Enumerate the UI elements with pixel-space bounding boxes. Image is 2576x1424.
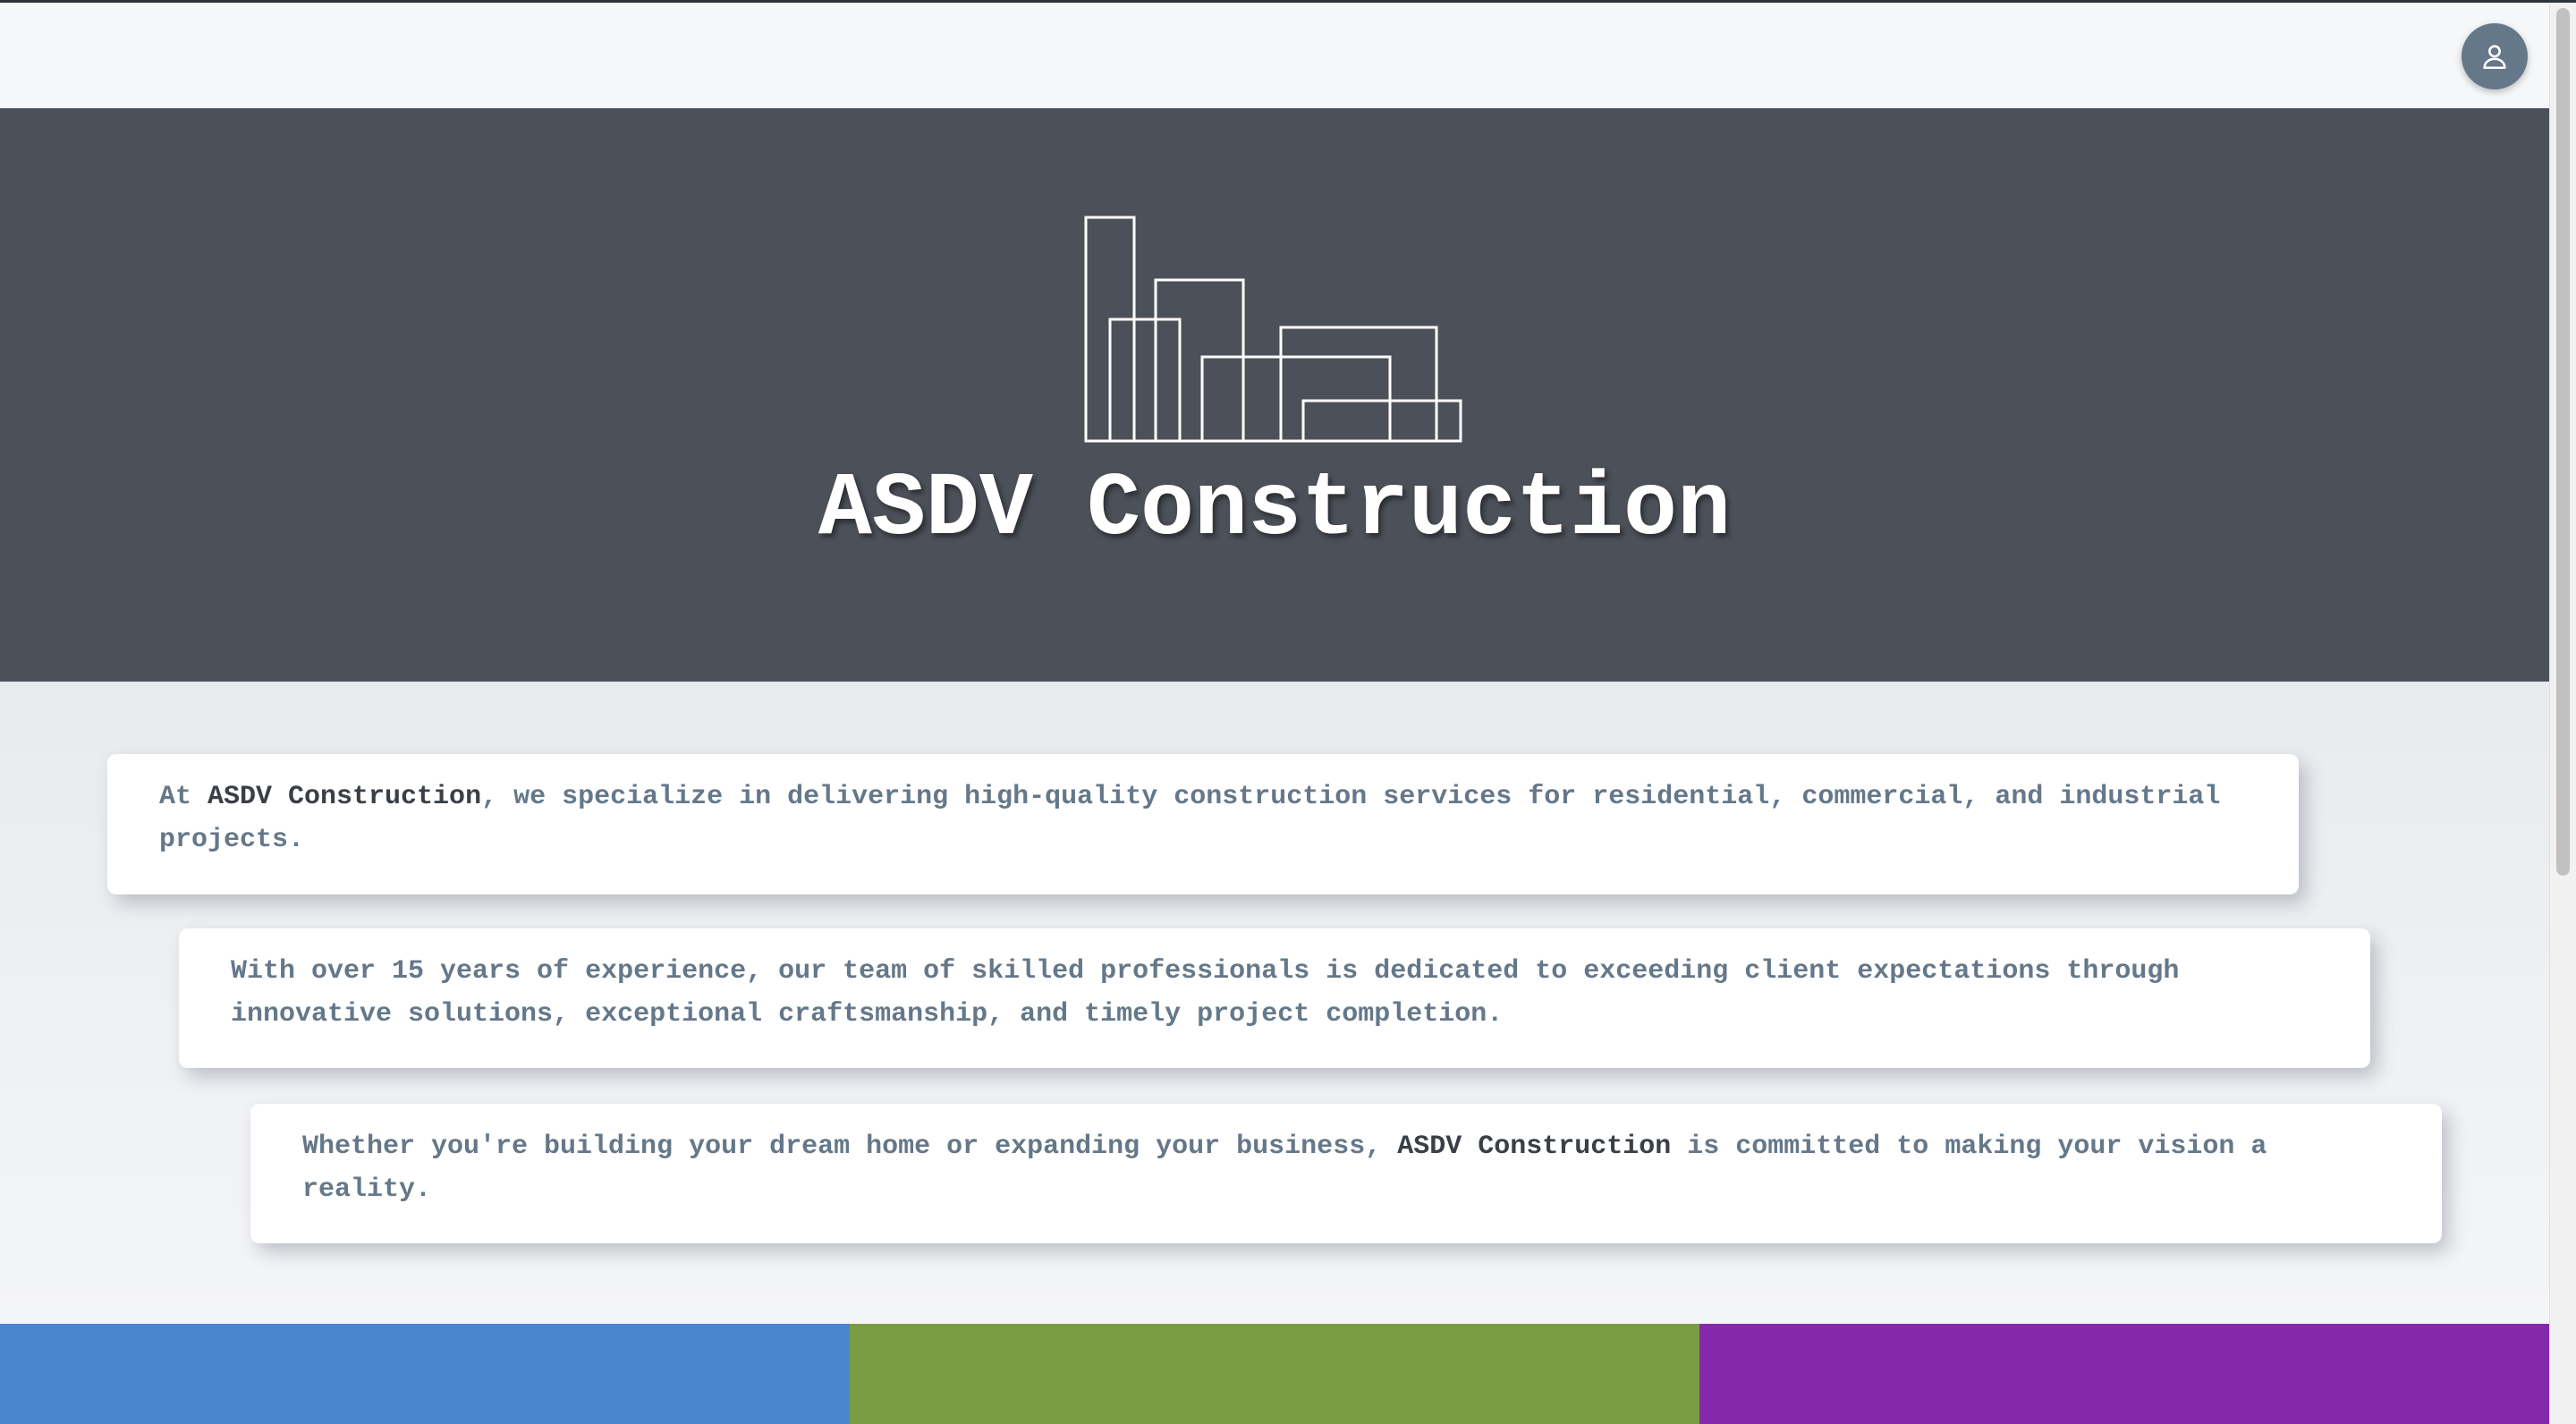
hero-banner: ASDV Construction <box>0 108 2549 682</box>
top-navbar <box>0 3 2549 108</box>
card-text-pre: At <box>159 782 208 812</box>
page-title: ASDV Construction <box>818 460 1732 561</box>
user-account-button[interactable] <box>2462 23 2528 89</box>
intro-card: At ASDV Construction, we specialize in d… <box>107 754 2299 894</box>
experience-card: With over 15 years of experience, our te… <box>179 928 2370 1068</box>
color-block-strip <box>0 1324 2549 1424</box>
color-block-purple[interactable] <box>1699 1324 2549 1424</box>
color-block-blue[interactable] <box>0 1324 850 1424</box>
vertical-scrollbar[interactable] <box>2549 3 2576 1424</box>
card-text: With over 15 years of experience, our te… <box>231 956 2180 1030</box>
brand-name: ASDV Construction <box>1397 1132 1672 1162</box>
commitment-card: Whether you're building your dream home … <box>250 1104 2442 1243</box>
buildings-outline-icon <box>1084 216 1462 443</box>
card-text-pre: Whether you're building your dream home … <box>302 1132 1398 1162</box>
color-block-green[interactable] <box>850 1324 1699 1424</box>
brand-name: ASDV Construction <box>208 782 482 812</box>
scrollbar-thumb[interactable] <box>2556 8 2570 876</box>
user-icon <box>2483 45 2506 70</box>
